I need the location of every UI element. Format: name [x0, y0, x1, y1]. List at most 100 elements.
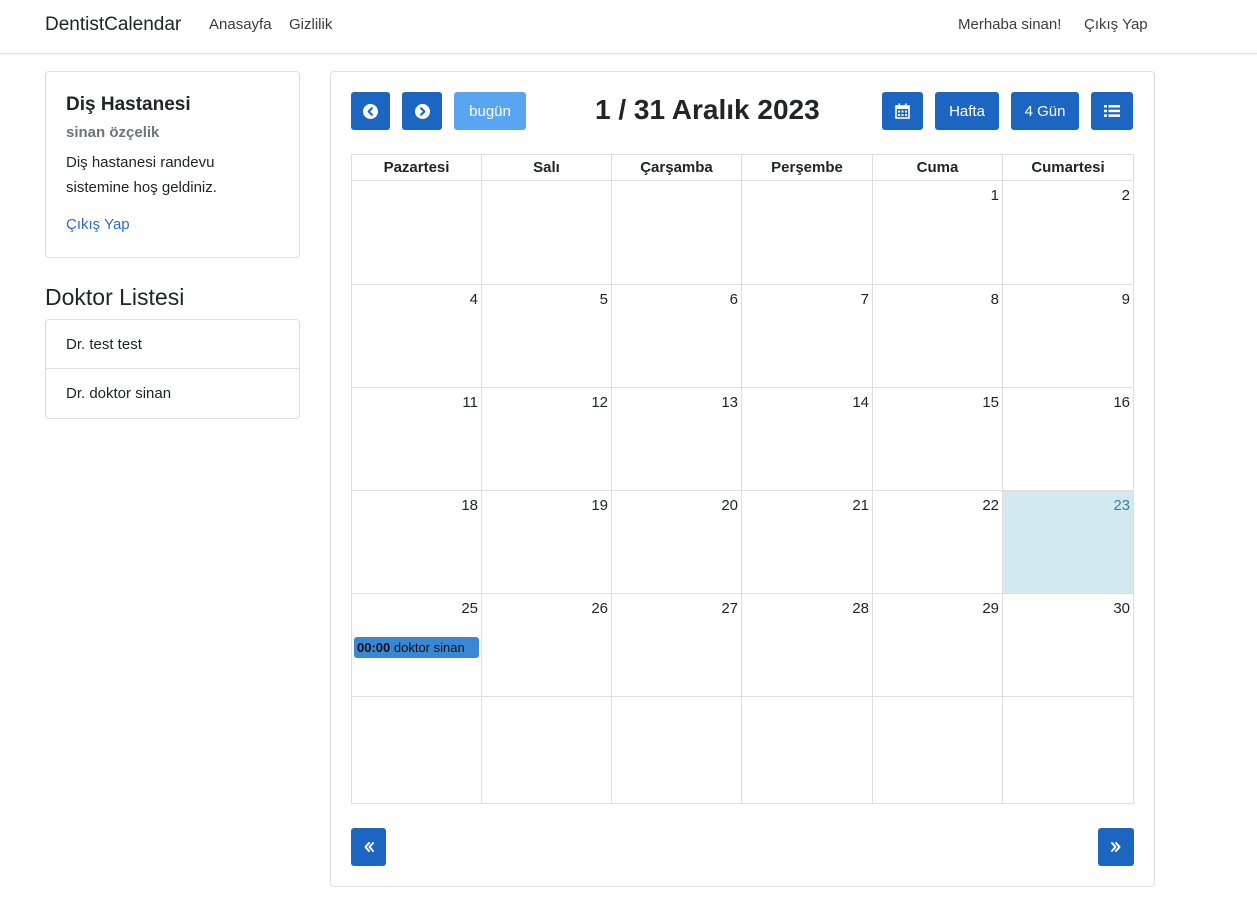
prev-year-button[interactable] [351, 828, 386, 866]
day-header: Cuma [873, 155, 1003, 181]
day-header: Perşembe [742, 155, 873, 181]
week-view-button[interactable]: Hafta [935, 92, 999, 130]
chevron-circle-right-icon [414, 103, 430, 119]
list-view-button[interactable] [1091, 92, 1133, 130]
doctor-list: Dr. test test Dr. doktor sinan [45, 319, 300, 419]
day-cell[interactable]: 26 [482, 594, 612, 697]
today-button[interactable]: bugün [454, 92, 526, 130]
nav-logout-link[interactable]: Çıkış Yap [1084, 16, 1148, 33]
day-cell[interactable]: 5 [482, 285, 612, 388]
day-number: 14 [852, 394, 869, 411]
day-number: 15 [982, 394, 999, 411]
day-cell[interactable]: 23 [1003, 491, 1133, 594]
day-cell[interactable]: 7 [742, 285, 873, 388]
day-number: 13 [721, 394, 738, 411]
user-greeting: Merhaba sinan! [958, 16, 1062, 33]
day-cell[interactable]: 18 [352, 491, 482, 594]
day-number: 26 [591, 600, 608, 617]
doctor-list-item[interactable]: Dr. test test [46, 320, 299, 369]
day-number: 2 [1121, 187, 1130, 204]
event-time: 00:00 [357, 640, 391, 655]
day-number: 28 [852, 600, 869, 617]
day-cell[interactable] [352, 181, 482, 285]
calendar-icon [895, 103, 910, 119]
day-number: 30 [1113, 600, 1130, 617]
day-cell[interactable] [873, 697, 1003, 803]
brand-link[interactable]: DentistCalendar [45, 14, 181, 36]
day-cell[interactable] [482, 181, 612, 285]
day-header: Salı [482, 155, 612, 181]
day-cell[interactable]: 9 [1003, 285, 1133, 388]
day-number: 23 [1113, 497, 1130, 514]
day-cell[interactable]: 13 [612, 388, 742, 491]
day-cell[interactable]: 1 [873, 181, 1003, 285]
day-cell[interactable] [612, 697, 742, 803]
day-cell[interactable] [612, 181, 742, 285]
day-cell[interactable]: 12 [482, 388, 612, 491]
day-number: 21 [852, 497, 869, 514]
day-header: Çarşamba [612, 155, 742, 181]
day-cell[interactable] [352, 697, 482, 803]
doctor-list-item[interactable]: Dr. doktor sinan [46, 369, 299, 418]
day-cell[interactable]: 22 [873, 491, 1003, 594]
day-number: 9 [1121, 291, 1130, 308]
next-year-button[interactable] [1098, 828, 1134, 866]
day-number: 20 [721, 497, 738, 514]
day-number: 16 [1113, 394, 1130, 411]
day-number: 25 [461, 600, 478, 617]
day-header: Pazartesi [352, 155, 482, 181]
list-icon [1104, 105, 1120, 117]
day-number: 6 [729, 291, 738, 308]
day-cell[interactable] [1003, 697, 1133, 803]
month-view-button[interactable] [882, 92, 923, 130]
day-cell[interactable]: 28 [742, 594, 873, 697]
day-cell[interactable]: 29 [873, 594, 1003, 697]
day-cell[interactable]: 6 [612, 285, 742, 388]
day-cell[interactable]: 20 [612, 491, 742, 594]
day-cell[interactable]: 19 [482, 491, 612, 594]
next-month-button[interactable] [402, 92, 442, 130]
prev-month-button[interactable] [351, 92, 390, 130]
day-cell[interactable]: 14 [742, 388, 873, 491]
four-day-view-button[interactable]: 4 Gün [1011, 92, 1079, 130]
clinic-info-card: Diş Hastanesi sinan özçelik Diş hastanes… [45, 71, 300, 258]
day-cell[interactable] [742, 697, 873, 803]
day-number: 7 [860, 291, 869, 308]
day-cell[interactable] [742, 181, 873, 285]
day-cell[interactable]: 27 [612, 594, 742, 697]
day-number: 5 [599, 291, 608, 308]
double-chevron-right-icon [1111, 842, 1121, 852]
day-number: 4 [469, 291, 478, 308]
day-cell[interactable] [482, 697, 612, 803]
calendar-title: 1 / 31 Aralık 2023 [595, 94, 820, 125]
clinic-title: Diş Hastanesi [66, 94, 191, 115]
day-cell[interactable]: 16 [1003, 388, 1133, 491]
day-cell[interactable]: 30 [1003, 594, 1133, 697]
welcome-text: Diş hastanesi randevu sistemine hoş geld… [66, 154, 217, 196]
day-header: Cumartesi [1003, 155, 1133, 181]
event-title: doktor sinan [393, 640, 465, 655]
month-grid: Pazartesi Salı Çarşamba Perşembe Cuma Cumarte… [351, 154, 1134, 804]
calendar-event[interactable]: 00:00 doktor sinan [354, 637, 479, 658]
user-name: sinan özçelik [66, 124, 160, 141]
day-cell[interactable]: 8 [873, 285, 1003, 388]
top-navbar: DentistCalendar Anasayfa Gizlilik Merhab… [0, 0, 1257, 54]
day-cell[interactable]: 11 [352, 388, 482, 491]
day-number: 8 [990, 291, 999, 308]
nav-link-home[interactable]: Anasayfa [209, 16, 272, 33]
day-number: 11 [462, 394, 478, 411]
day-number: 1 [990, 187, 999, 204]
nav-link-privacy[interactable]: Gizlilik [289, 16, 332, 33]
day-cell[interactable]: 21 [742, 491, 873, 594]
day-cell[interactable]: 2 [1003, 181, 1133, 285]
card-logout-link[interactable]: Çıkış Yap [66, 216, 130, 233]
double-chevron-left-icon [364, 842, 374, 852]
day-number: 27 [721, 600, 738, 617]
day-number: 19 [591, 497, 608, 514]
doctor-list-title: Doktor Listesi [45, 284, 185, 310]
chevron-circle-left-icon [363, 103, 378, 119]
day-cell[interactable]: 4 [352, 285, 482, 388]
day-cell[interactable]: 15 [873, 388, 1003, 491]
day-number: 18 [461, 497, 478, 514]
day-number: 29 [982, 600, 999, 617]
